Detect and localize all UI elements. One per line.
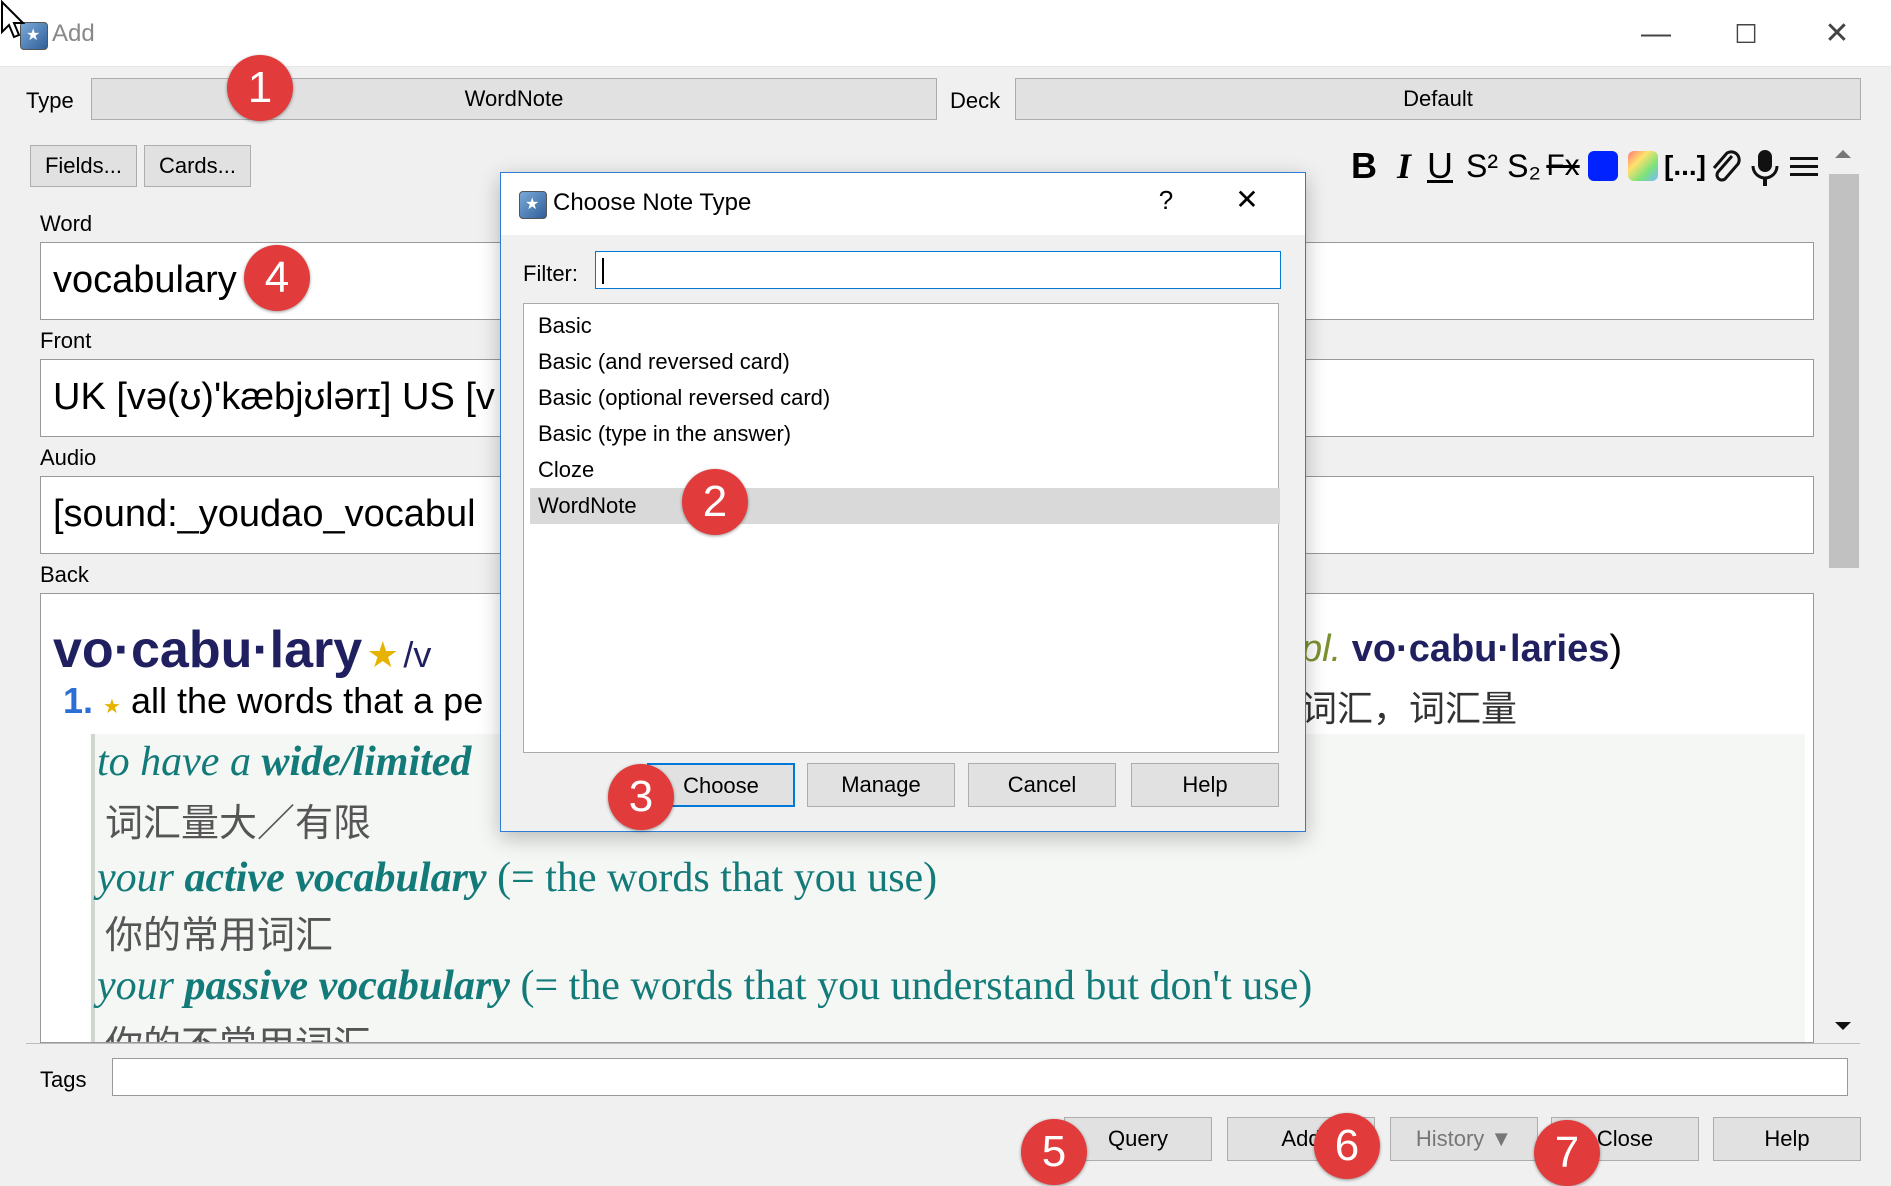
underline-button[interactable]: U	[1424, 144, 1456, 188]
list-item-basic-optional-reversed[interactable]: Basic (optional reversed card)	[530, 380, 1280, 416]
cloze-button[interactable]: [...]	[1664, 144, 1706, 188]
text-caret	[602, 258, 604, 284]
plural-abbr: pl.	[1301, 628, 1342, 670]
mouse-cursor-icon	[0, 0, 26, 40]
annotation-marker-3: 3	[608, 764, 674, 830]
record-audio-microphone-icon[interactable]	[1748, 148, 1782, 188]
help-button[interactable]: Help	[1713, 1117, 1861, 1161]
list-item-cloze[interactable]: Cloze	[530, 452, 1280, 488]
annotation-marker-4: 4	[244, 245, 310, 311]
subscript-button[interactable]: S₂	[1504, 144, 1544, 188]
pronunciation-fragment: /v	[403, 634, 432, 675]
back-headword-line: vo·cabu·lary ★ /v	[53, 620, 431, 680]
divider	[26, 1043, 1860, 1044]
cancel-button[interactable]: Cancel	[968, 763, 1116, 807]
text-color-button[interactable]	[1588, 151, 1618, 181]
filter-input[interactable]	[595, 251, 1281, 289]
annotation-marker-7: 7	[1534, 1120, 1600, 1186]
deck-button[interactable]: Default	[1015, 78, 1861, 120]
choose-note-type-dialog: Choose Note Type ? ✕ Filter: Basic Basic…	[500, 172, 1306, 832]
tags-input[interactable]	[112, 1058, 1848, 1096]
superscript-button[interactable]: S²	[1462, 144, 1502, 188]
word-field-label: Word	[40, 211, 93, 236]
plural-line: pl. vo·cabu·laries)	[1301, 628, 1622, 671]
example-2-en: your active vocabulary (= the words that…	[97, 855, 938, 901]
bold-button[interactable]: B	[1348, 144, 1380, 188]
add-window: Add — ☐ ✕ Type WordNote Deck Default Fie…	[0, 0, 1891, 1186]
example-3-cn: 你的不常用词汇	[105, 1014, 371, 1042]
dialog-help-button[interactable]: ?	[1151, 185, 1181, 216]
audio-field-label: Audio	[40, 445, 97, 470]
cards-button[interactable]: Cards...	[144, 145, 251, 187]
title-bar: Add — ☐ ✕	[0, 0, 1891, 67]
close-window-button[interactable]: ✕	[1812, 14, 1862, 54]
annotation-marker-2: 2	[682, 469, 748, 535]
example-3-en: your passive vocabulary (= the words tha…	[97, 963, 1313, 1009]
note-type-button[interactable]: WordNote	[91, 78, 937, 120]
list-item-wordnote-selected[interactable]: WordNote	[530, 488, 1280, 524]
list-item-basic-reversed[interactable]: Basic (and reversed card)	[530, 344, 1280, 380]
attach-paperclip-icon[interactable]	[1708, 148, 1744, 186]
manage-button[interactable]: Manage	[807, 763, 955, 807]
example-2-cn: 你的常用词汇	[105, 915, 334, 957]
fields-button[interactable]: Fields...	[30, 145, 137, 187]
dialog-app-icon	[519, 191, 547, 219]
filter-label: Filter:	[523, 261, 578, 286]
dialog-help-button-bottom[interactable]: Help	[1131, 763, 1279, 807]
italic-button[interactable]: I	[1390, 144, 1418, 188]
sense-line: 1. ★ all the words that a pe	[63, 680, 483, 722]
plural-word: vo·cabu·laries	[1351, 628, 1610, 670]
maximize-button[interactable]: ☐	[1721, 14, 1771, 54]
example-1-en: to have a wide/limited	[97, 739, 472, 785]
more-menu-icon[interactable]	[1788, 154, 1820, 180]
sense-chinese: 词汇，词汇量	[1301, 688, 1518, 729]
window-title: Add	[52, 20, 95, 47]
list-item-basic-type-answer[interactable]: Basic (type in the answer)	[530, 416, 1280, 452]
annotation-marker-6: 6	[1314, 1113, 1380, 1179]
headword-star-icon: ★	[366, 634, 399, 675]
sense-star-icon: ★	[103, 696, 121, 718]
minimize-button[interactable]: —	[1631, 14, 1681, 54]
sense-definition: all the words that a pe	[131, 680, 484, 721]
note-type-list[interactable]: Basic Basic (and reversed card) Basic (o…	[523, 303, 1280, 753]
history-button[interactable]: History ▼	[1390, 1117, 1538, 1161]
back-field-label: Back	[40, 562, 89, 587]
scroll-up-arrow-icon[interactable]	[1835, 150, 1851, 158]
annotation-marker-1: 1	[227, 55, 293, 121]
clear-format-button[interactable]: Fx	[1546, 144, 1580, 188]
front-field-label: Front	[40, 328, 92, 353]
tags-label: Tags	[40, 1067, 87, 1092]
sense-number: 1.	[63, 680, 94, 721]
annotation-marker-5: 5	[1021, 1119, 1087, 1185]
editor-scrollbar[interactable]	[1829, 150, 1859, 1040]
scrollbar-thumb[interactable]	[1829, 174, 1859, 568]
headword: vo·cabu·lary	[53, 621, 363, 679]
type-label: Type	[26, 88, 74, 113]
plural-close: )	[1609, 628, 1623, 670]
highlight-color-button[interactable]	[1628, 151, 1658, 181]
list-item-basic[interactable]: Basic	[530, 308, 1280, 344]
dialog-title-bar: Choose Note Type ? ✕	[501, 173, 1305, 235]
deck-label: Deck	[950, 88, 1001, 113]
dialog-title: Choose Note Type	[553, 189, 752, 216]
dialog-close-button[interactable]: ✕	[1227, 183, 1267, 216]
example-1-cn: 词汇量大／有限	[105, 803, 372, 845]
scroll-down-arrow-icon[interactable]	[1835, 1022, 1851, 1030]
